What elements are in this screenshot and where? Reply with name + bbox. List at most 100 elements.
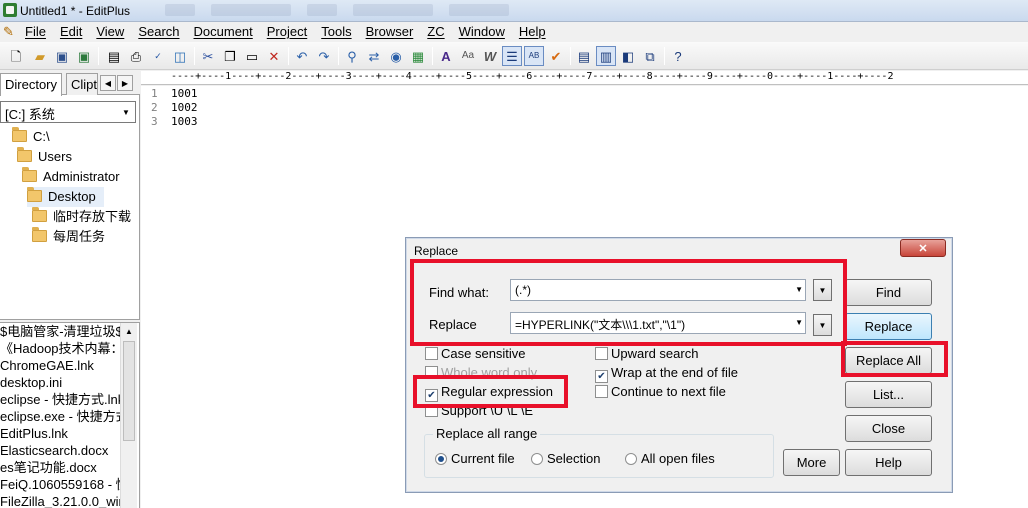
support-ule-checkbox[interactable]: Support \U \L \E	[425, 403, 533, 419]
directory-panel: Directory Clipt ◀ ▶ [C:] 系统 ▼ C:\ Users …	[0, 71, 140, 508]
tree-item-desktop[interactable]: Desktop	[27, 187, 104, 207]
editor-line: 3 1003	[141, 115, 341, 129]
regex-checkbox[interactable]: ✔ Regular expression	[425, 384, 553, 402]
case-sensitive-checkbox[interactable]: Case sensitive	[425, 346, 526, 362]
cut-icon[interactable]: ✂	[198, 46, 218, 66]
replace-button[interactable]: Replace	[845, 313, 932, 340]
whole-word-checkbox: Whole word only	[425, 365, 537, 381]
close-icon[interactable]: ✕	[900, 239, 946, 257]
bold-icon[interactable]: Aa	[458, 46, 478, 66]
word-wrap-icon[interactable]: W	[480, 46, 500, 66]
file-list-scrollbar[interactable]: ▲	[120, 323, 137, 508]
find-what-input[interactable]: (.*) ▼	[510, 279, 806, 301]
find-button[interactable]: Find	[845, 279, 932, 306]
full-screen-icon[interactable]: ⧉	[640, 46, 660, 66]
tree-item-users[interactable]: Users	[17, 147, 72, 167]
tree-item-administrator[interactable]: Administrator	[22, 167, 120, 187]
menu-project[interactable]: Project	[267, 24, 313, 40]
tab-cliptext[interactable]: Clipt	[66, 73, 98, 95]
help-icon[interactable]: ?	[668, 46, 688, 66]
tab-scroll-right-icon[interactable]: ▶	[117, 75, 133, 91]
tree-item-c[interactable]: C:\	[12, 127, 50, 147]
file-item[interactable]: eclipse - 快捷方式.lnk	[0, 391, 120, 408]
file-item[interactable]: Elasticsearch.docx	[0, 442, 120, 459]
scroll-thumb[interactable]	[123, 341, 135, 441]
file-item[interactable]: desktop.ini	[0, 374, 120, 391]
upward-search-checkbox[interactable]: Upward search	[595, 346, 698, 362]
file-item[interactable]: FileZilla_3.21.0.0_win6	[0, 493, 120, 508]
replace-icon[interactable]: ⇄	[364, 46, 384, 66]
more-button[interactable]: More	[783, 449, 840, 476]
drive-select[interactable]: [C:] 系统 ▼	[0, 101, 136, 123]
radio-current-file[interactable]: Current file	[435, 451, 515, 467]
close-button[interactable]: Close	[845, 415, 932, 442]
print-preview-icon[interactable]: ▤	[104, 46, 124, 66]
directory-window-icon[interactable]: ▤	[574, 46, 594, 66]
check-icon[interactable]: ✔	[546, 46, 566, 66]
radio-all-open-files[interactable]: All open files	[625, 451, 715, 467]
open-folder-icon[interactable]: ▰	[30, 46, 50, 66]
font-icon[interactable]: A	[436, 46, 456, 66]
menu-window[interactable]: Window	[459, 24, 511, 40]
line-number: 3	[151, 115, 158, 128]
file-item[interactable]: 《Hadoop技术内幕：	[0, 340, 120, 357]
file-item[interactable]: EditPlus.lnk	[0, 425, 120, 442]
dialog-title: Replace	[414, 244, 459, 258]
column-select-icon[interactable]: AB	[524, 46, 544, 66]
line-text: 1002	[171, 101, 198, 114]
radio-button	[435, 453, 447, 465]
copy-icon[interactable]: ❐	[220, 46, 240, 66]
file-item[interactable]: $电脑管家-清理垃圾$.	[0, 323, 120, 340]
pencil-icon: ✎	[3, 24, 14, 39]
menu-tools[interactable]: Tools	[321, 24, 357, 40]
folder-icon	[27, 187, 42, 202]
browser-preview-icon[interactable]: ◫	[170, 46, 190, 66]
replace-all-button[interactable]: Replace All	[845, 347, 932, 374]
cliptext-window-icon[interactable]: ◧	[618, 46, 638, 66]
save-all-icon[interactable]: ▣	[74, 46, 94, 66]
tree-item-weekly-tasks[interactable]: 每周任务	[32, 227, 105, 247]
undo-icon[interactable]: ↶	[292, 46, 312, 66]
find-history-button[interactable]: ▼	[813, 279, 832, 301]
menu-document[interactable]: Document	[194, 24, 259, 40]
menu-browser[interactable]: Browser	[366, 24, 420, 40]
continue-next-file-checkbox[interactable]: Continue to next file	[595, 384, 726, 400]
paste-icon[interactable]: ▭	[242, 46, 262, 66]
chevron-down-icon[interactable]: ▼	[795, 318, 803, 327]
scroll-up-icon[interactable]: ▲	[121, 323, 137, 339]
toolbar-separator	[194, 47, 195, 65]
menu-help[interactable]: Help	[519, 24, 552, 40]
redo-icon[interactable]: ↷	[314, 46, 334, 66]
menu-search[interactable]: Search	[138, 24, 185, 40]
chevron-down-icon[interactable]: ▼	[795, 285, 803, 294]
save-icon[interactable]: ▣	[52, 46, 72, 66]
replace-history-button[interactable]: ▼	[813, 314, 832, 336]
file-item[interactable]: ChromeGAE.lnk	[0, 357, 120, 374]
wrap-checkbox[interactable]: ✔ Wrap at the end of file	[595, 365, 738, 383]
menu-view[interactable]: View	[96, 24, 130, 40]
folder-icon	[32, 227, 47, 242]
tab-scroll-left-icon[interactable]: ◀	[100, 75, 116, 91]
goto-icon[interactable]: ▦	[408, 46, 428, 66]
menu-file[interactable]: File	[25, 24, 52, 40]
file-item[interactable]: es笔记功能.docx	[0, 459, 120, 476]
print-icon[interactable]: ⎙	[126, 46, 146, 66]
spell-check-icon[interactable]: ✓	[148, 46, 168, 66]
radio-selection[interactable]: Selection	[531, 451, 600, 467]
tree-item-downloads[interactable]: 临时存放下载	[32, 207, 131, 227]
list-button[interactable]: List...	[845, 381, 932, 408]
new-file-icon[interactable]: 🗋	[6, 46, 26, 66]
find-icon[interactable]: ⚲	[342, 46, 362, 66]
delete-icon[interactable]: ✕	[264, 46, 284, 66]
replace-label: Replace	[429, 317, 477, 332]
menu-edit[interactable]: Edit	[60, 24, 88, 40]
file-item[interactable]: eclipse.exe - 快捷方式	[0, 408, 120, 425]
tab-directory[interactable]: Directory	[0, 73, 63, 96]
output-window-icon[interactable]: ▥	[596, 46, 616, 66]
help-button[interactable]: Help	[845, 449, 932, 476]
file-item[interactable]: FeiQ.1060559168 - 快	[0, 476, 120, 493]
menu-zc[interactable]: ZC	[427, 24, 450, 40]
replace-input[interactable]: =HYPERLINK("文本\\\1.txt","\1") ▼	[510, 312, 806, 334]
find-in-files-icon[interactable]: ◉	[386, 46, 406, 66]
line-number-icon[interactable]: ☰	[502, 46, 522, 66]
